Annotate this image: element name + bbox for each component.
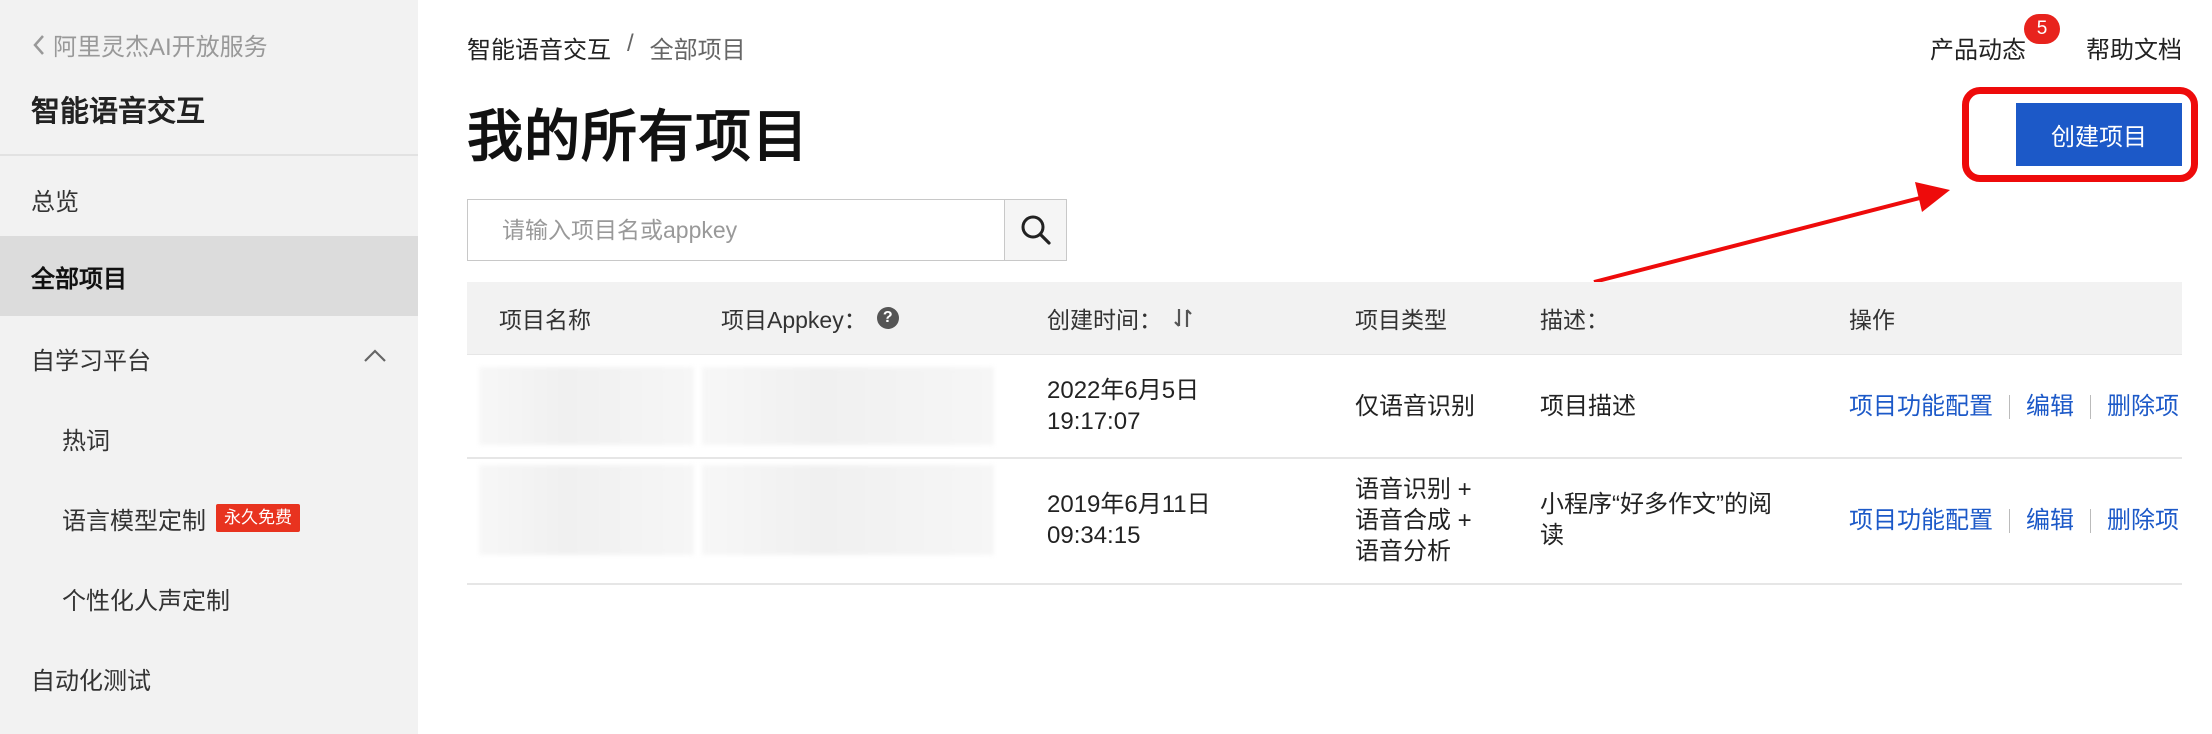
column-header-name: 项目名称 xyxy=(499,307,591,333)
sidebar-item-label: 自学习平台 xyxy=(31,347,151,375)
project-type-cell: 仅语音识别 xyxy=(1355,393,1475,420)
edit-link[interactable]: 编辑 xyxy=(2026,505,2074,536)
sidebar-item-label: 个性化人声定制 xyxy=(62,587,230,615)
created-time-cell: 2019年6月11日 09:34:15 xyxy=(1047,489,1211,551)
create-project-button[interactable]: 创建项目 xyxy=(2016,103,2182,166)
product-title: 智能语音交互 xyxy=(31,96,206,128)
breadcrumb: 智能语音交互 / 全部项目 xyxy=(467,30,746,65)
action-divider xyxy=(2009,508,2010,533)
product-news-label: 产品动态 xyxy=(1930,37,2026,64)
action-divider xyxy=(2090,394,2091,419)
header-links: 产品动态 5 帮助文档 xyxy=(1930,14,2182,65)
project-type-line: 语音识别 + xyxy=(1355,476,1472,503)
blurred-project-name xyxy=(479,367,694,445)
project-type-cell: 语音识别 + 语音合成 + 语音分析 xyxy=(1355,474,1472,567)
sidebar-item-all-projects[interactable]: 全部项目 xyxy=(0,236,418,316)
breadcrumb-root[interactable]: 智能语音交互 xyxy=(467,30,611,65)
column-header-description: 描述： xyxy=(1540,307,1609,333)
blurred-appkey xyxy=(702,367,994,445)
created-clock: 19:17:07 xyxy=(1047,408,1141,435)
sidebar-item-label: 全部项目 xyxy=(31,265,127,293)
created-date: 2019年6月11日 xyxy=(1047,491,1211,518)
row-actions: 项目功能配置 编辑 删除项 xyxy=(1849,391,2179,422)
configure-link[interactable]: 项目功能配置 xyxy=(1849,391,1993,422)
column-header-appkey: 项目Appkey： ? xyxy=(721,282,899,354)
chevron-up-icon[interactable] xyxy=(362,346,388,366)
search-button[interactable] xyxy=(1005,200,1066,260)
project-type-line: 语音分析 xyxy=(1355,538,1451,565)
sidebar-item-label: 语言模型定制 xyxy=(62,507,206,535)
product-news-link[interactable]: 产品动态 5 xyxy=(1930,14,2060,65)
description-line: 小程序“好多作文”的阅 xyxy=(1540,491,1772,518)
sidebar-item-language-model[interactable]: 语言模型定制 永久免费 xyxy=(0,478,418,558)
breadcrumb-current: 全部项目 xyxy=(649,37,746,64)
chevron-left-icon xyxy=(33,34,44,55)
search-icon xyxy=(1021,215,1051,245)
breadcrumb-separator: / xyxy=(627,30,634,57)
table-row: 2022年6月5日 19:17:07 仅语音识别 项目描述 项目功能配置 编辑 … xyxy=(467,354,2182,459)
action-divider xyxy=(2009,394,2010,419)
column-header-created-label: 创建时间： xyxy=(1047,307,1162,333)
projects-table: 项目名称 项目Appkey： ? 创建时间： 项目类型 描述： 操作 2022年… xyxy=(467,282,2182,585)
news-count-badge: 5 xyxy=(2024,14,2060,44)
row-actions: 项目功能配置 编辑 删除项 xyxy=(1849,505,2179,536)
description-cell: 小程序“好多作文”的阅 读 xyxy=(1540,489,1772,551)
blurred-appkey xyxy=(702,465,994,555)
back-link-label: 阿里灵杰AI开放服务 xyxy=(53,34,268,61)
sidebar-item-label: 热词 xyxy=(62,427,110,455)
sidebar-item-overview[interactable]: 总览 xyxy=(0,159,418,239)
sidebar-item-hotwords[interactable]: 热词 xyxy=(0,398,418,478)
search-box xyxy=(467,199,1067,261)
sidebar: 阿里灵杰AI开放服务 智能语音交互 总览 全部项目 自学习平台 热词 语言模型定… xyxy=(0,0,418,734)
table-header: 项目名称 项目Appkey： ? 创建时间： 项目类型 描述： 操作 xyxy=(467,282,2182,354)
table-row: 2019年6月11日 09:34:15 语音识别 + 语音合成 + 语音分析 小… xyxy=(467,459,2182,585)
project-type-line: 语音合成 + xyxy=(1355,507,1472,534)
back-link[interactable]: 阿里灵杰AI开放服务 xyxy=(31,27,268,62)
description-cell: 项目描述 xyxy=(1540,393,1636,420)
created-time-cell: 2022年6月5日 19:17:07 xyxy=(1047,375,1199,437)
blurred-project-name xyxy=(479,465,694,555)
description-line: 读 xyxy=(1540,522,1564,549)
configure-link[interactable]: 项目功能配置 xyxy=(1849,505,1993,536)
search-input[interactable] xyxy=(468,200,1005,260)
sidebar-item-label: 自动化测试 xyxy=(31,667,151,695)
sidebar-divider xyxy=(0,154,418,156)
sort-icon[interactable] xyxy=(1172,306,1194,330)
sidebar-item-label: 总览 xyxy=(31,188,79,216)
created-clock: 09:34:15 xyxy=(1047,522,1141,549)
page-title: 我的所有项目 xyxy=(467,105,809,168)
sidebar-item-self-learning[interactable]: 自学习平台 xyxy=(0,318,418,398)
sidebar-item-auto-test[interactable]: 自动化测试 xyxy=(0,638,418,718)
column-header-created[interactable]: 创建时间： xyxy=(1047,282,1194,354)
delete-link[interactable]: 删除项 xyxy=(2107,391,2179,422)
help-icon[interactable]: ? xyxy=(876,307,899,329)
column-header-type: 项目类型 xyxy=(1355,307,1447,333)
action-divider xyxy=(2090,508,2091,533)
column-header-appkey-label: 项目Appkey： xyxy=(721,307,867,333)
created-date: 2022年6月5日 xyxy=(1047,377,1200,404)
delete-link[interactable]: 删除项 xyxy=(2107,505,2179,536)
free-badge: 永久免费 xyxy=(216,504,300,532)
sidebar-item-custom-voice[interactable]: 个性化人声定制 xyxy=(0,558,418,638)
column-header-actions: 操作 xyxy=(1849,307,1895,333)
help-docs-link[interactable]: 帮助文档 xyxy=(2086,30,2182,65)
edit-link[interactable]: 编辑 xyxy=(2026,391,2074,422)
